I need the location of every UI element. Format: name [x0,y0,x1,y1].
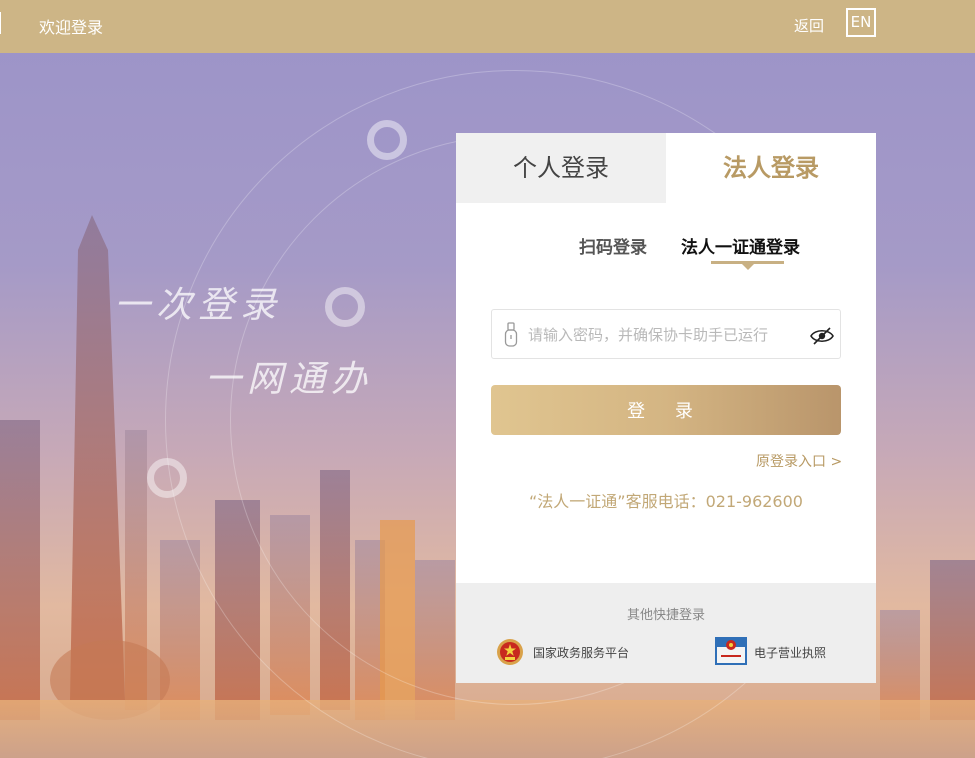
back-link[interactable]: 返回 [794,15,824,36]
legacy-login-link[interactable]: 原登录入口 > [756,451,842,471]
tab-personal-login[interactable]: 个人登录 [456,133,666,203]
login-panel: 个人登录 法人登录 扫码登录 法人一证通登录 登 录 原登录入口 > “法人一证… [456,133,876,683]
quick-login-label: 国家政务服务平台 [533,646,630,660]
business-license-icon [715,637,747,665]
hide-password-eye-icon[interactable] [810,327,834,345]
password-input[interactable] [528,322,798,348]
support-hotline: “法人一证通”客服电话：021-962600 [529,492,803,511]
quick-login-label: 电子营业执照 [754,646,827,660]
login-submit-button[interactable]: 登 录 [491,385,841,435]
tab-corporate-login[interactable]: 法人登录 [666,133,876,203]
quick-login-title: 其他快捷登录 [626,608,705,623]
slogan-line-2: 一网通办 [205,359,374,400]
decorative-ring [325,287,365,327]
decorative-ring [367,120,407,160]
decorative-ring [147,458,187,498]
active-subtab-caret [742,264,754,270]
quick-login-section: 其他快捷登录 国家政务服务平台 电子营业执照 [456,583,876,683]
page-title: 欢迎登录 [39,18,104,37]
language-toggle-button[interactable]: EN [846,8,876,37]
header-divider [0,12,1,34]
subtab-cert-login[interactable]: 法人一证通登录 [681,233,800,258]
slogan-line-1: 一次登录 [114,285,283,326]
password-field [491,309,841,359]
top-header: 欢迎登录 返回 EN [0,0,975,53]
usb-key-icon [504,322,518,347]
national-emblem-icon [497,639,523,665]
subtab-qr-login[interactable]: 扫码登录 [579,233,647,258]
login-type-tabs: 个人登录 法人登录 [456,133,876,203]
